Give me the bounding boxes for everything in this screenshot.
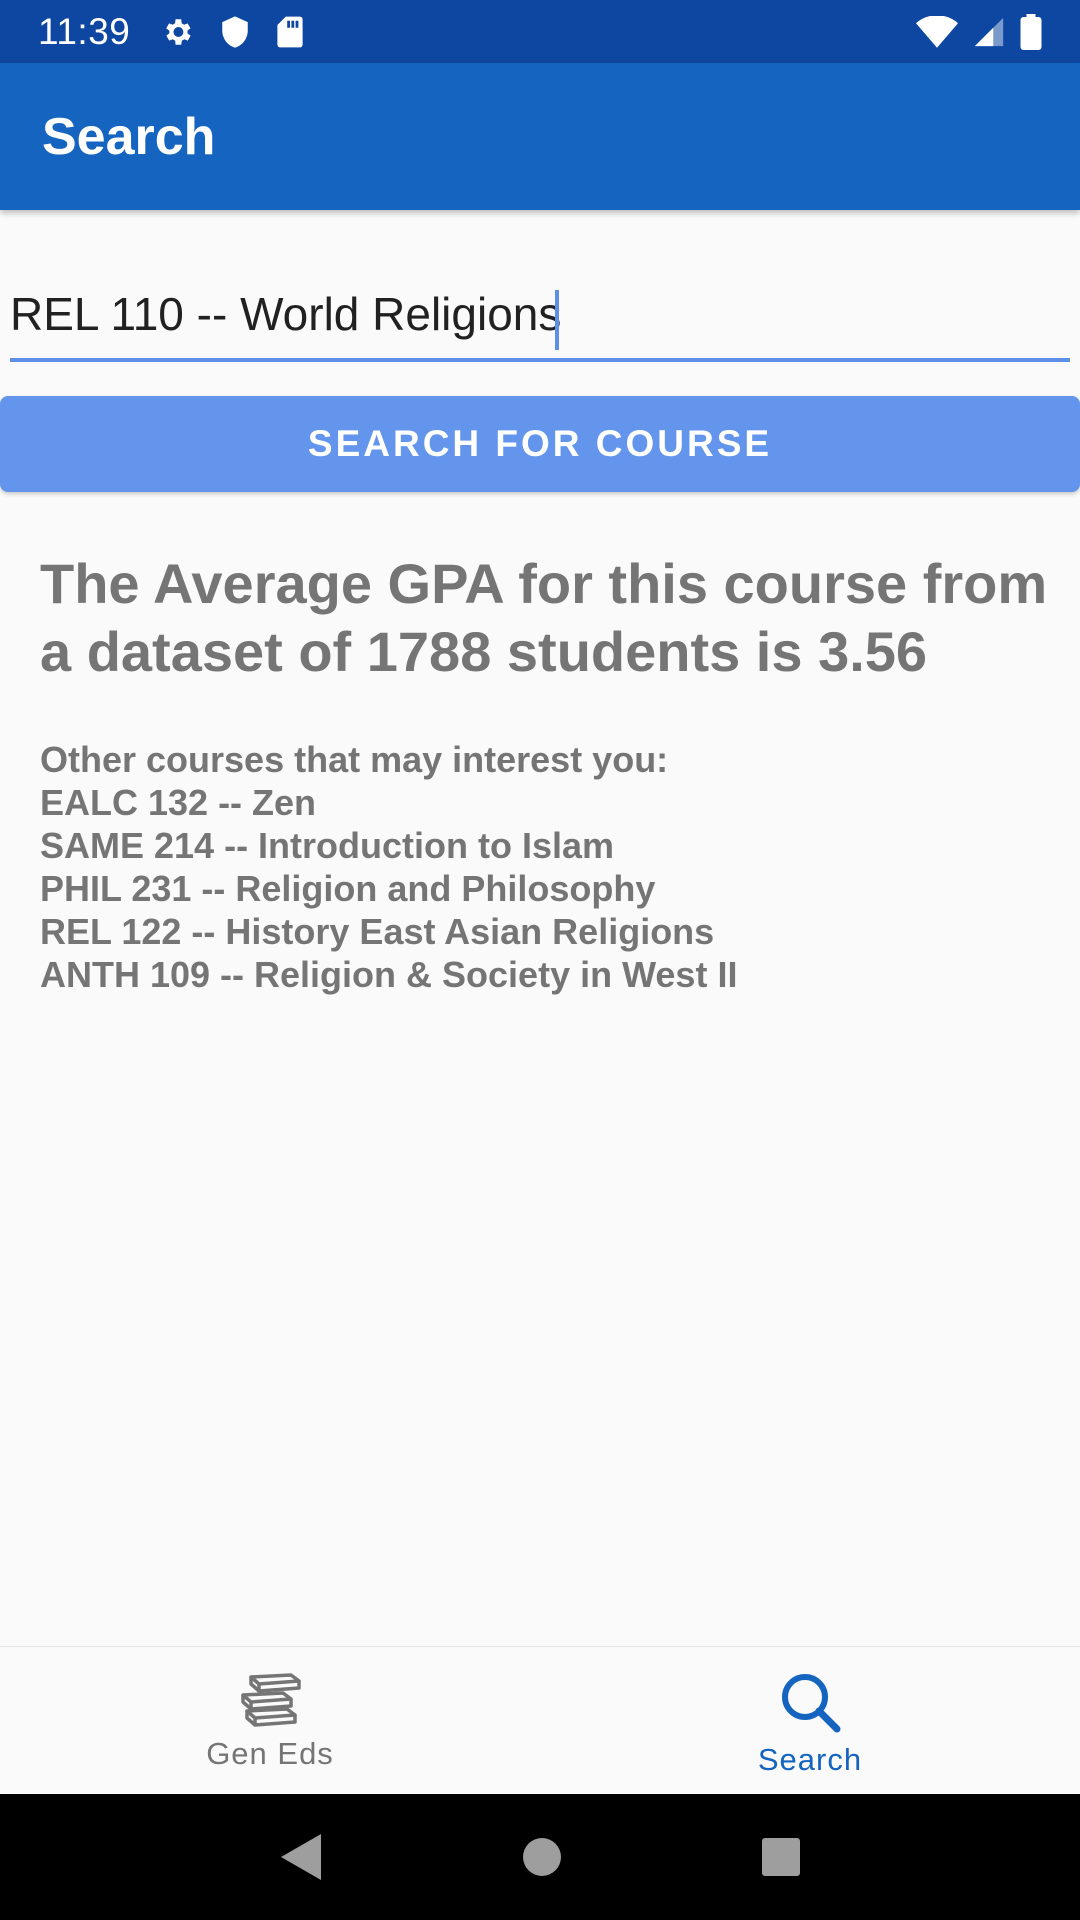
books-icon [237,1671,303,1732]
suggestion-item: EALC 132 -- Zen [40,782,317,823]
nav-label-gen-eds: Gen Eds [206,1736,334,1771]
suggestion-item: ANTH 109 -- Religion & Society in West I… [40,954,738,995]
back-icon[interactable] [279,1832,323,1882]
status-time: 11:39 [38,10,131,52]
recents-icon[interactable] [761,1837,801,1877]
suggestion-item: PHIL 231 -- Religion and Philosophy [40,868,656,909]
sd-card-icon [276,15,304,49]
nav-item-search[interactable]: Search [540,1647,1080,1794]
cell-signal-icon [972,15,1006,49]
gpa-result-text: The Average GPA for this course from a d… [40,552,1048,683]
page-title: Search [42,107,216,166]
search-field-container [10,280,1070,362]
bottom-navigation: Gen Eds Search [0,1646,1080,1794]
suggestions-header: Other courses that may interest you: [40,739,669,780]
suggestion-item: REL 122 -- History East Asian Religions [40,911,715,952]
suggestion-item: SAME 214 -- Introduction to Islam [40,825,615,866]
wifi-icon [916,15,958,48]
search-icon [779,1671,841,1738]
status-bar: 11:39 [0,0,1080,63]
search-input[interactable] [10,280,1070,358]
text-cursor [555,290,559,350]
shield-icon [220,15,250,49]
nav-item-gen-eds[interactable]: Gen Eds [0,1647,540,1794]
settings-icon [160,15,194,49]
suggestions-list: Other courses that may interest you: EAL… [40,738,1050,996]
app-bar: Search [0,63,1080,210]
nav-label-search: Search [757,1742,863,1777]
battery-icon [1020,13,1042,50]
status-icons-left [160,15,304,49]
home-icon[interactable] [522,1837,562,1877]
status-icons-right [916,13,1042,50]
system-navigation-bar [0,1794,1080,1920]
search-for-course-button[interactable]: SEARCH FOR COURSE [0,396,1080,492]
